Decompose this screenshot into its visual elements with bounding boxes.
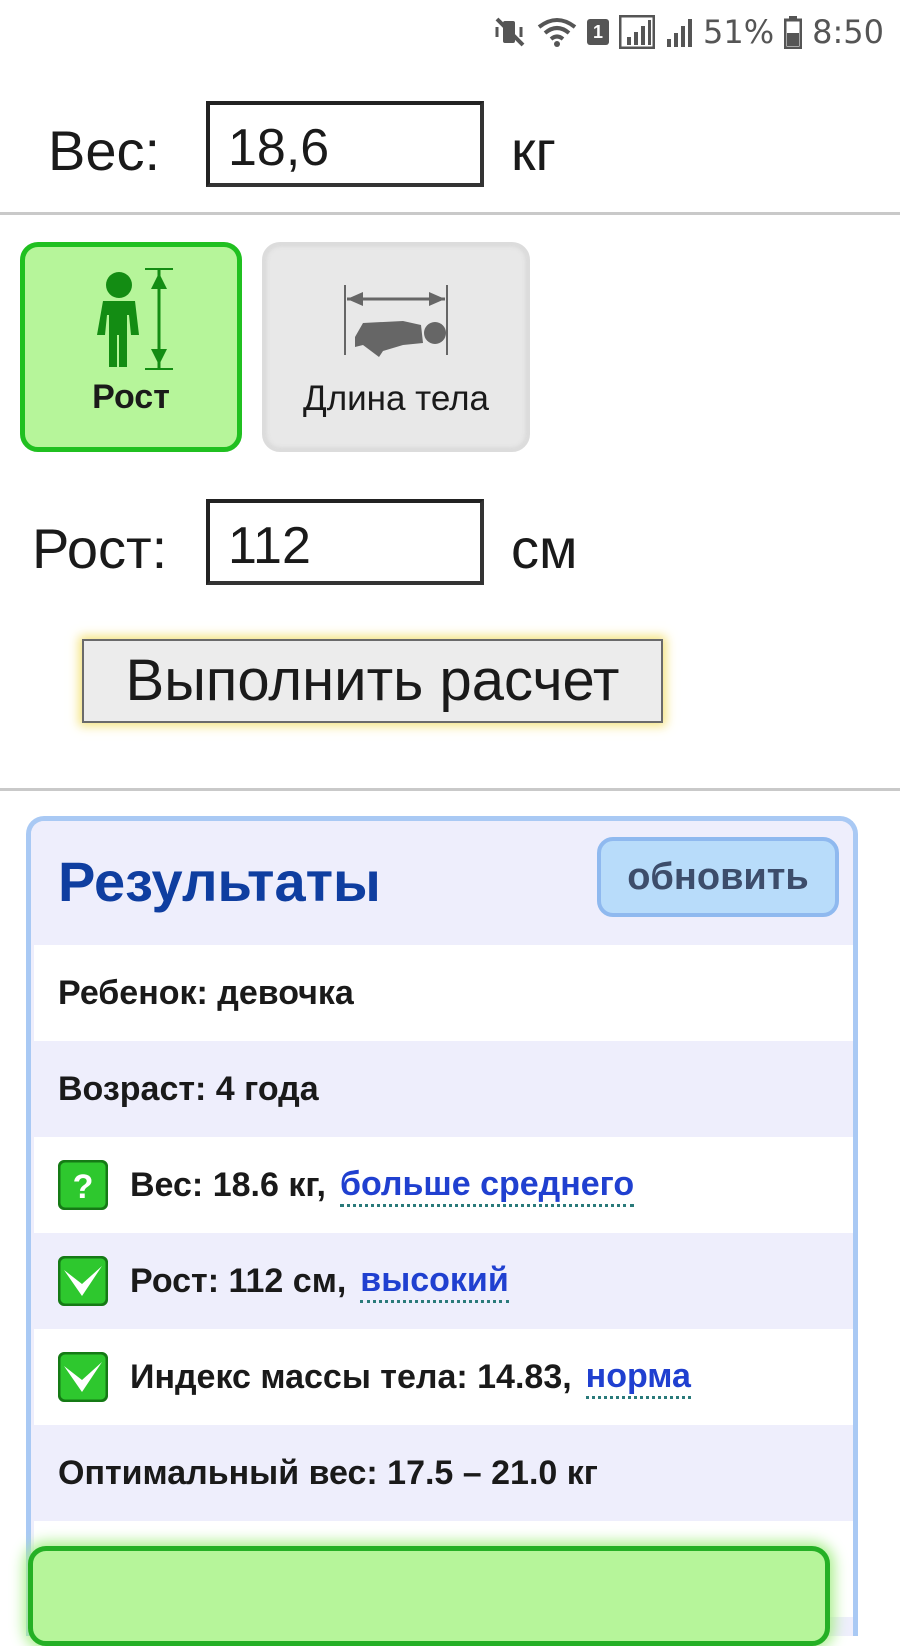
weight-input[interactable]: 18,6 <box>206 101 484 187</box>
refresh-button[interactable]: обновить <box>597 837 839 917</box>
vibrate-mute-icon <box>495 17 525 47</box>
sim-icon: 1 <box>587 19 610 45</box>
height-status-link[interactable]: высокий <box>360 1260 509 1303</box>
result-optimal-text: Оптимальный вес: 17.5 – 21.0 кг <box>58 1453 598 1492</box>
height-mode-button[interactable]: Рост <box>20 242 242 452</box>
divider <box>0 788 900 791</box>
wifi-icon <box>537 18 577 47</box>
height-label: Рост: <box>32 517 168 580</box>
battery-percent: 51% <box>703 13 775 51</box>
results-header: Результаты обновить <box>31 821 853 945</box>
body-length-mode-button[interactable]: Длина тела <box>262 242 530 452</box>
body-length-mode-label: Длина тела <box>302 379 490 418</box>
height-input[interactable]: 112 <box>206 499 484 585</box>
lying-child-icon <box>344 285 448 357</box>
signal-icon-2 <box>667 19 693 47</box>
weight-unit: кг <box>511 119 556 182</box>
result-child: Ребенок: девочка <box>34 945 853 1041</box>
bmi-status-link[interactable]: норма <box>585 1356 691 1399</box>
standing-child-icon <box>97 268 173 370</box>
results-panel: Результаты обновить Ребенок: девочка Воз… <box>26 816 858 1636</box>
result-child-text: Ребенок: девочка <box>58 973 354 1012</box>
question-icon: ? <box>58 1160 108 1210</box>
summary-box <box>28 1546 830 1646</box>
height-unit: см <box>511 517 578 580</box>
checkmark-icon <box>58 1352 108 1402</box>
result-age: Возраст: 4 года <box>34 1041 853 1137</box>
result-age-text: Возраст: 4 года <box>58 1069 319 1108</box>
divider <box>0 212 900 215</box>
results-title: Результаты <box>58 850 381 913</box>
signal-icon <box>619 15 656 49</box>
result-height: Рост: 112 см, высокий <box>34 1233 853 1329</box>
result-bmi: Индекс массы тела: 14.83, норма <box>34 1329 853 1425</box>
result-optimal-weight: Оптимальный вес: 17.5 – 21.0 кг <box>34 1425 853 1521</box>
result-weight: ? Вес: 18.6 кг, больше среднего <box>34 1137 853 1233</box>
status-bar: 1 51% 8:50 <box>0 0 900 62</box>
clock: 8:50 <box>812 13 884 51</box>
result-weight-text: Вес: 18.6 кг, <box>130 1165 326 1204</box>
checkmark-icon <box>58 1256 108 1306</box>
battery-icon <box>784 16 803 49</box>
calculate-button[interactable]: Выполнить расчет <box>82 639 663 723</box>
weight-label: Вес: <box>48 119 161 182</box>
weight-status-link[interactable]: больше среднего <box>339 1164 635 1207</box>
height-mode-label: Рост <box>92 378 170 416</box>
svg-text:?: ? <box>73 1168 94 1206</box>
result-bmi-text: Индекс массы тела: 14.83, <box>130 1357 572 1396</box>
result-height-text: Рост: 112 см, <box>130 1261 347 1300</box>
